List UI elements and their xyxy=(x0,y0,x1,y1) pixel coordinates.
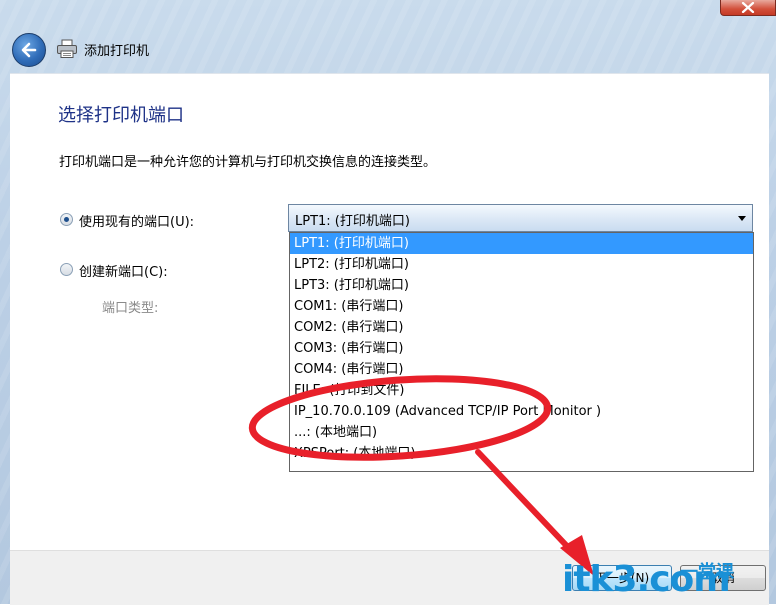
watermark-cn: 一堂课 xyxy=(680,562,734,583)
dropdown-arrow-icon[interactable] xyxy=(738,216,746,221)
window-title: 添加打印机 xyxy=(84,44,150,59)
printer-icon xyxy=(57,39,77,58)
new-port-label[interactable]: 创建新端口(C): xyxy=(79,261,168,280)
page-heading: 选择打印机端口 xyxy=(58,105,184,126)
back-button[interactable] xyxy=(12,33,46,67)
port-dropdown-list: LPT1: (打印机端口) LPT2: (打印机端口) LPT3: (打印机端口… xyxy=(289,232,754,472)
window-close-button[interactable] xyxy=(720,0,776,16)
port-type-label: 端口类型: xyxy=(102,301,159,316)
port-option[interactable]: COM3: (串行端口) xyxy=(290,338,753,359)
back-arrow-icon xyxy=(21,42,37,58)
port-option[interactable]: LPT3: (打印机端口) xyxy=(290,275,753,296)
port-option[interactable]: LPT1: (打印机端口) xyxy=(290,233,753,254)
port-option[interactable]: COM4: (串行端口) xyxy=(290,359,753,380)
port-option[interactable]: COM1: (串行端口) xyxy=(290,296,753,317)
content-panel: 选择打印机端口 打印机端口是一种允许您的计算机与打印机交换信息的连接类型。 使用… xyxy=(10,73,769,551)
navigation-bar: 添加打印机 xyxy=(0,22,776,78)
port-option[interactable]: ...: (本地端口) xyxy=(290,422,753,443)
port-option[interactable]: FILE: (打印到文件) xyxy=(290,380,753,401)
watermark: itk3.com 一堂课 xyxy=(562,558,776,604)
port-option[interactable]: COM2: (串行端口) xyxy=(290,317,753,338)
existing-port-combobox[interactable]: LPT1: (打印机端口) xyxy=(288,204,753,232)
page-description: 打印机端口是一种允许您的计算机与打印机交换信息的连接类型。 xyxy=(59,155,437,170)
new-port-radio[interactable] xyxy=(60,263,73,276)
existing-port-label[interactable]: 使用现有的端口(U): xyxy=(79,211,194,230)
port-option[interactable]: IP_10.70.0.109 (Advanced TCP/IP Port Mon… xyxy=(290,401,753,422)
existing-port-radio[interactable] xyxy=(60,213,73,226)
port-option[interactable]: XPSPort: (本地端口) xyxy=(290,443,753,464)
close-icon xyxy=(741,2,755,13)
combobox-value: LPT1: (打印机端口) xyxy=(295,214,410,229)
port-option[interactable]: LPT2: (打印机端口) xyxy=(290,254,753,275)
